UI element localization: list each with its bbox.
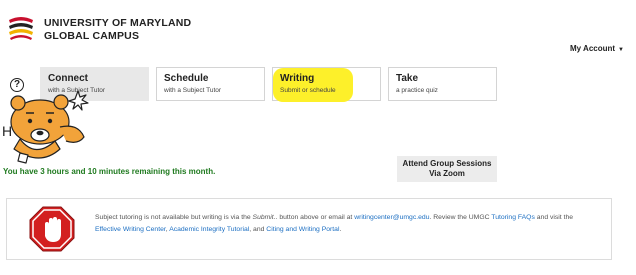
effective-writing-center-link[interactable]: Effective Writing Center [95, 226, 166, 233]
umgc-logo-mark-icon [9, 17, 33, 40]
stop-hand-icon [29, 206, 75, 252]
tab-writing-subtitle: Submit or schedule [280, 87, 336, 94]
tab-writing-title: Writing [280, 73, 315, 84]
tab-schedule[interactable]: Schedule with a Subject Tutor [156, 67, 265, 101]
tab-take-title: Take [396, 73, 419, 84]
notice-text-part: button above or email at [277, 214, 355, 221]
logo-text-line2: GLOBAL CAMPUS [44, 30, 140, 42]
notice-text-part: and visit the [534, 214, 574, 221]
hours-remaining-text: You have 3 hours and 10 minutes remainin… [3, 167, 216, 176]
caret-down-icon: ▼ [618, 47, 624, 53]
logo-text-line1: UNIVERSITY OF MARYLAND [44, 17, 192, 29]
tab-schedule-subtitle: with a Subject Tutor [164, 87, 222, 94]
tab-take-subtitle: a practice quiz [396, 87, 438, 94]
group-sessions-line1: Attend Group Sessions [402, 159, 492, 168]
writing-center-email-link[interactable]: writingcenter@umgc.edu [354, 214, 429, 221]
tab-schedule-title: Schedule [164, 73, 209, 84]
notice-text: Subject tutoring is not available but wr… [95, 212, 600, 236]
my-account-menu[interactable]: My Account ▼ [570, 44, 624, 53]
tutoring-notice-panel: Subject tutoring is not available but wr… [6, 198, 612, 260]
my-account-label: My Account [570, 44, 616, 53]
group-sessions-line2: Via Zoom [429, 169, 465, 178]
tab-writing[interactable]: Writing Submit or schedule [272, 67, 381, 102]
tab-connect-title: Connect [48, 73, 88, 84]
citing-and-writing-portal-link[interactable]: Citing and Writing Portal [266, 226, 339, 233]
sticker-letter-h: H [2, 123, 12, 139]
notice-text-part: , and [249, 226, 267, 233]
tab-take[interactable]: Take a practice quiz [388, 67, 497, 101]
notice-text-part: . [339, 226, 342, 233]
bear-sticker-image: H [2, 90, 89, 164]
tutoring-faqs-link[interactable]: Tutoring FAQs [491, 214, 535, 221]
umgc-logo[interactable]: UNIVERSITY OF MARYLAND GLOBAL CAMPUS [6, 12, 196, 46]
submit-reference: Submit.. [252, 214, 278, 221]
attend-group-sessions-button[interactable]: Attend Group Sessions Via Zoom [397, 156, 497, 182]
notice-text-part: Subject tutoring is not available but wr… [95, 214, 253, 221]
notice-text-part: . Review the UMGC [429, 214, 492, 221]
academic-integrity-tutorial-link[interactable]: Academic Integrity Tutorial [169, 226, 249, 233]
